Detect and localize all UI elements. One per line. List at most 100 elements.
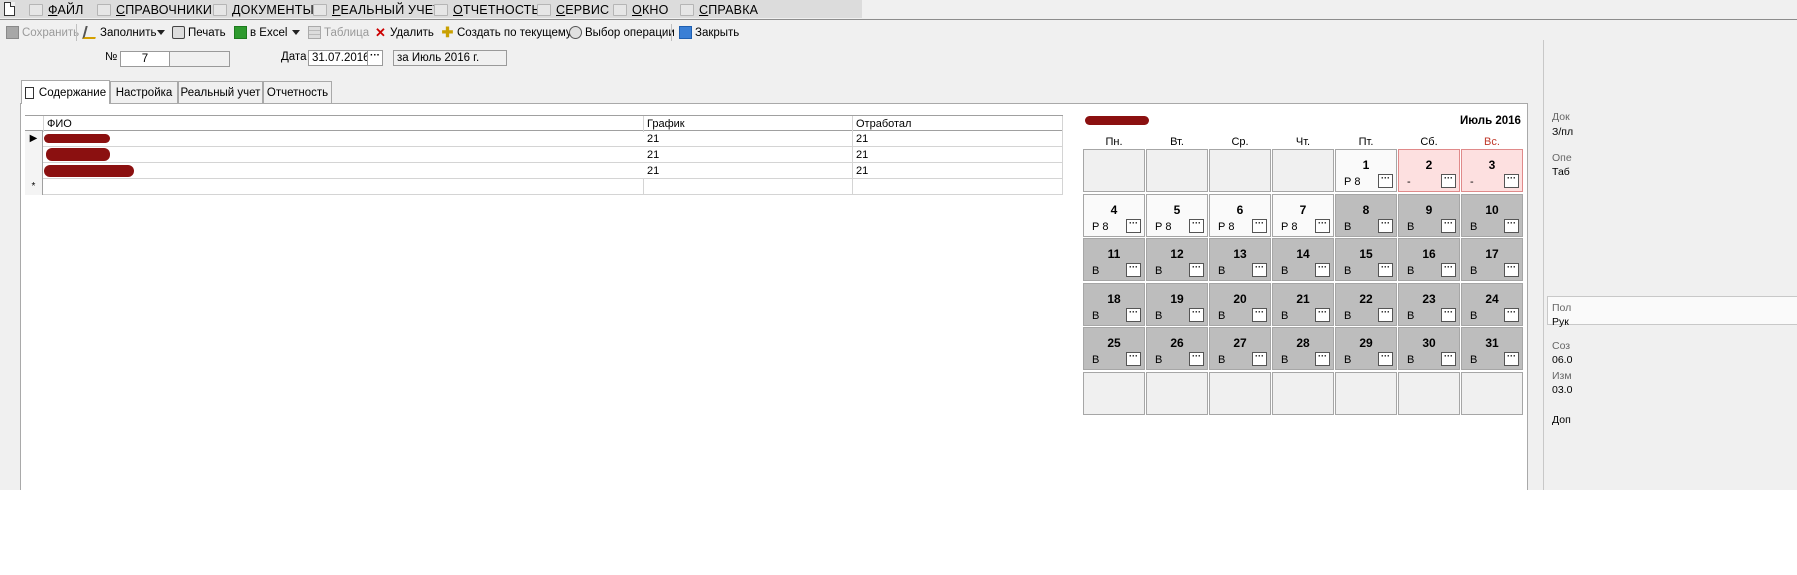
calendar-day[interactable]: 16 В ··· xyxy=(1398,238,1460,281)
calendar-day[interactable]: 31 В ··· xyxy=(1461,327,1523,370)
menu-file[interactable]: ФАЙЛ xyxy=(29,1,84,18)
calendar-day[interactable]: 1Р 8 ··· xyxy=(1335,149,1397,192)
day-edit-button[interactable]: ··· xyxy=(1189,352,1204,366)
day-edit-button[interactable]: ··· xyxy=(1126,352,1141,366)
tab-content[interactable]: Содержание xyxy=(21,80,110,104)
day-edit-button[interactable]: ··· xyxy=(1504,352,1519,366)
calendar-day[interactable]: 22 В ··· xyxy=(1335,283,1397,326)
calendar-day[interactable]: 6Р 8 ··· xyxy=(1209,194,1271,237)
excel-dropdown-arrow[interactable] xyxy=(292,30,300,35)
schedule-cell[interactable]: 21 xyxy=(644,131,853,147)
day-edit-button[interactable]: ··· xyxy=(1189,263,1204,277)
calendar-day[interactable]: 3 - ··· xyxy=(1461,149,1523,192)
calendar-day[interactable]: 18 В ··· xyxy=(1083,283,1145,326)
column-header-worked[interactable]: Отработал xyxy=(853,116,1063,132)
schedule-cell[interactable]: 21 xyxy=(644,147,853,163)
tab-real-accounting[interactable]: Реальный учет xyxy=(178,81,263,103)
day-edit-button[interactable]: ··· xyxy=(1315,263,1330,277)
schedule-cell[interactable]: 21 xyxy=(644,163,853,179)
calendar-day[interactable]: 20 В ··· xyxy=(1209,283,1271,326)
calendar-day[interactable]: 11 В ··· xyxy=(1083,238,1145,281)
worked-cell[interactable]: 21 xyxy=(853,163,1063,179)
worked-cell[interactable] xyxy=(853,179,1063,195)
menu-window[interactable]: ОКНО xyxy=(613,1,669,18)
menu-help[interactable]: СПРАВКА xyxy=(680,1,758,18)
calendar-day[interactable]: 30 В ··· xyxy=(1398,327,1460,370)
number-field[interactable]: 7 xyxy=(120,51,170,67)
column-header-schedule[interactable]: График xyxy=(644,116,853,132)
day-edit-button[interactable]: ··· xyxy=(1378,308,1393,322)
menu-documents[interactable]: ДОКУМЕНТЫ xyxy=(213,1,314,18)
day-edit-button[interactable]: ··· xyxy=(1441,308,1456,322)
delete-button[interactable]: ✕ Удалить xyxy=(374,24,434,41)
day-edit-button[interactable]: ··· xyxy=(1504,263,1519,277)
fill-dropdown-arrow[interactable] xyxy=(157,30,165,35)
calendar-day[interactable]: 7Р 8 ··· xyxy=(1272,194,1334,237)
calendar-day[interactable]: 23 В ··· xyxy=(1398,283,1460,326)
calendar-day[interactable]: 26 В ··· xyxy=(1146,327,1208,370)
calendar-day[interactable]: 10 В ··· xyxy=(1461,194,1523,237)
calendar-day[interactable]: 13 В ··· xyxy=(1209,238,1271,281)
calendar-day[interactable]: 8 В ··· xyxy=(1335,194,1397,237)
document-icon[interactable] xyxy=(4,2,15,16)
day-edit-button[interactable]: ··· xyxy=(1441,263,1456,277)
menu-references[interactable]: СПРАВОЧНИКИ xyxy=(97,1,212,18)
worked-cell[interactable]: 21 xyxy=(853,147,1063,163)
calendar-day[interactable]: 4Р 8 ··· xyxy=(1083,194,1145,237)
calendar-day[interactable]: 5Р 8 ··· xyxy=(1146,194,1208,237)
schedule-cell[interactable] xyxy=(644,179,853,195)
column-header-fio[interactable]: ФИО xyxy=(44,116,644,132)
table-row[interactable]: 21 21 xyxy=(25,163,1063,179)
create-from-current-button[interactable]: ✚ Создать по текущему xyxy=(441,24,572,41)
fill-button[interactable]: Заполнить xyxy=(82,24,156,41)
print-button[interactable]: Печать xyxy=(172,24,226,41)
calendar-day[interactable]: 17 В ··· xyxy=(1461,238,1523,281)
menu-real-accounting[interactable]: РЕАЛЬНЫЙ УЧЕТ xyxy=(313,1,441,18)
tab-settings[interactable]: Настройка xyxy=(110,81,178,103)
calendar-day[interactable]: 29 В ··· xyxy=(1335,327,1397,370)
calendar-day[interactable]: 12 В ··· xyxy=(1146,238,1208,281)
calendar-day[interactable]: 21 В ··· xyxy=(1272,283,1334,326)
table-row[interactable]: ▶ 21 21 xyxy=(25,131,1063,147)
table-button[interactable]: Таблица xyxy=(308,24,369,41)
day-edit-button[interactable]: ··· xyxy=(1315,219,1330,233)
day-edit-button[interactable]: ··· xyxy=(1378,219,1393,233)
calendar-day[interactable]: 28 В ··· xyxy=(1272,327,1334,370)
date-picker-button[interactable]: ··· xyxy=(367,50,383,66)
close-button[interactable]: Закрыть xyxy=(679,24,739,41)
worked-cell[interactable]: 21 xyxy=(853,131,1063,147)
day-edit-button[interactable]: ··· xyxy=(1504,308,1519,322)
fio-cell[interactable] xyxy=(44,179,644,195)
calendar-day[interactable]: 27 В ··· xyxy=(1209,327,1271,370)
day-edit-button[interactable]: ··· xyxy=(1252,263,1267,277)
day-edit-button[interactable]: ··· xyxy=(1126,308,1141,322)
choose-operation-button[interactable]: Выбор операции xyxy=(569,24,675,41)
calendar-day[interactable]: 25 В ··· xyxy=(1083,327,1145,370)
day-edit-button[interactable]: ··· xyxy=(1189,308,1204,322)
day-edit-button[interactable]: ··· xyxy=(1126,263,1141,277)
date-field[interactable]: 31.07.2016 xyxy=(308,50,368,66)
day-edit-button[interactable]: ··· xyxy=(1441,174,1456,188)
day-edit-button[interactable]: ··· xyxy=(1126,219,1141,233)
calendar-day[interactable]: 19 В ··· xyxy=(1146,283,1208,326)
menu-reports[interactable]: ОТЧЕТНОСТЬ xyxy=(434,1,540,18)
day-edit-button[interactable]: ··· xyxy=(1504,219,1519,233)
day-edit-button[interactable]: ··· xyxy=(1378,263,1393,277)
day-edit-button[interactable]: ··· xyxy=(1315,352,1330,366)
day-edit-button[interactable]: ··· xyxy=(1504,174,1519,188)
day-edit-button[interactable]: ··· xyxy=(1378,174,1393,188)
day-edit-button[interactable]: ··· xyxy=(1441,352,1456,366)
calendar-day[interactable]: 9 В ··· xyxy=(1398,194,1460,237)
save-button[interactable]: Сохранить xyxy=(6,24,79,41)
calendar-day[interactable]: 14 В ··· xyxy=(1272,238,1334,281)
new-row[interactable]: * xyxy=(25,179,1063,195)
day-edit-button[interactable]: ··· xyxy=(1252,308,1267,322)
table-row[interactable]: 21 21 xyxy=(25,147,1063,163)
excel-button[interactable]: в Excel xyxy=(234,24,287,41)
calendar-day[interactable]: 2 - ··· xyxy=(1398,149,1460,192)
calendar-day[interactable]: 15 В ··· xyxy=(1335,238,1397,281)
day-edit-button[interactable]: ··· xyxy=(1252,219,1267,233)
calendar-day[interactable]: 24 В ··· xyxy=(1461,283,1523,326)
tab-reports[interactable]: Отчетность xyxy=(263,81,332,103)
day-edit-button[interactable]: ··· xyxy=(1252,352,1267,366)
